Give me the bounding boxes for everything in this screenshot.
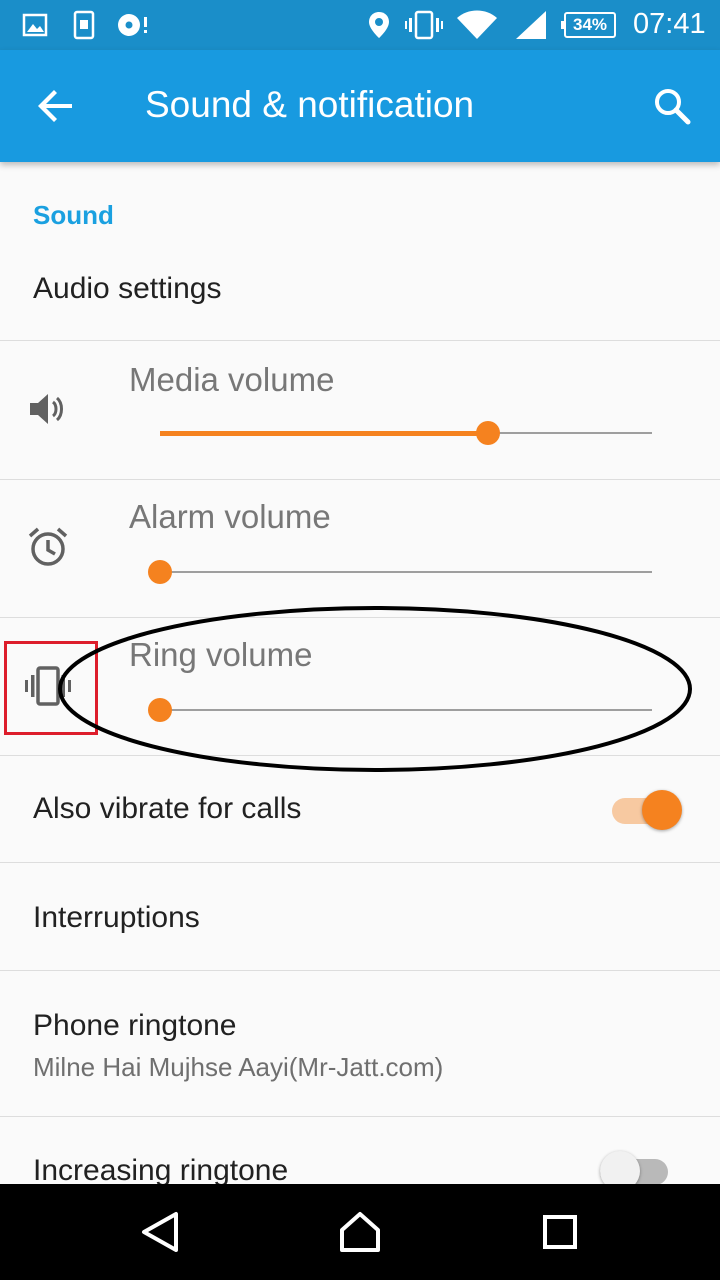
slider-thumb[interactable] [148,560,172,584]
annotation-highlight-box [4,641,98,735]
slider-thumb[interactable] [476,421,500,445]
media-volume-slider[interactable] [160,418,652,448]
search-icon[interactable] [648,82,696,130]
phone-download-icon [72,0,96,50]
audio-settings-item[interactable]: Audio settings [0,248,720,340]
status-bar: 34% 07:41 [0,0,720,50]
wifi-icon [456,0,498,50]
ring-volume-label: Ring volume [129,636,313,673]
phone-ringtone-item[interactable]: Phone ringtone Milne Hai Mujhse Aayi(Mr-… [0,971,720,1116]
increasing-ringtone-toggle[interactable] [600,1149,668,1184]
media-volume-label: Media volume [129,361,335,398]
speaker-icon [24,385,72,433]
app-bar: Sound & notification [0,50,720,162]
toggle-thumb [642,790,682,830]
vibrate-status-icon [404,0,444,50]
alarm-volume-label: Alarm volume [129,498,331,535]
increasing-ringtone-item[interactable]: Increasing ringtone [0,1117,720,1184]
nav-recents-icon[interactable] [536,1208,584,1256]
also-vibrate-toggle[interactable] [612,788,682,830]
audio-settings-label: Audio settings [33,272,222,305]
location-icon [366,0,392,50]
nav-home-icon[interactable] [336,1208,384,1256]
settings-list: Sound Audio settings Media volume Alarm … [0,162,720,1184]
gallery-icon [22,0,48,50]
alarm-clock-icon [24,522,72,570]
alarm-volume-slider[interactable] [148,557,652,587]
phone-ringtone-value: Milne Hai Mujhse Aayi(Mr-Jatt.com) [33,1052,444,1082]
toggle-thumb [600,1151,640,1184]
section-header-sound: Sound [33,200,114,230]
also-vibrate-label: Also vibrate for calls [33,792,302,825]
interruptions-label: Interruptions [33,901,200,934]
interruptions-item[interactable]: Interruptions [0,863,720,970]
alarm-volume-item: Alarm volume [0,480,720,618]
slider-track [160,571,652,573]
ring-volume-item: Ring volume [0,618,720,756]
ring-volume-slider[interactable] [148,695,652,725]
media-volume-item: Media volume [0,341,720,479]
increasing-ringtone-label: Increasing ringtone [33,1154,289,1184]
phone-ringtone-label: Phone ringtone [33,1009,237,1042]
page-title: Sound & notification [145,84,475,125]
status-clock: 07:41 [633,8,706,40]
also-vibrate-item[interactable]: Also vibrate for calls [0,756,720,862]
navigation-bar [0,1184,720,1280]
slider-thumb[interactable] [148,698,172,722]
arrow-back-icon[interactable] [32,82,80,130]
slider-fill [160,431,488,436]
signal-icon [514,0,548,50]
nav-back-icon[interactable] [136,1208,184,1256]
music-icon [116,0,150,50]
battery-indicator: 34% [561,12,616,38]
slider-track [160,709,652,711]
